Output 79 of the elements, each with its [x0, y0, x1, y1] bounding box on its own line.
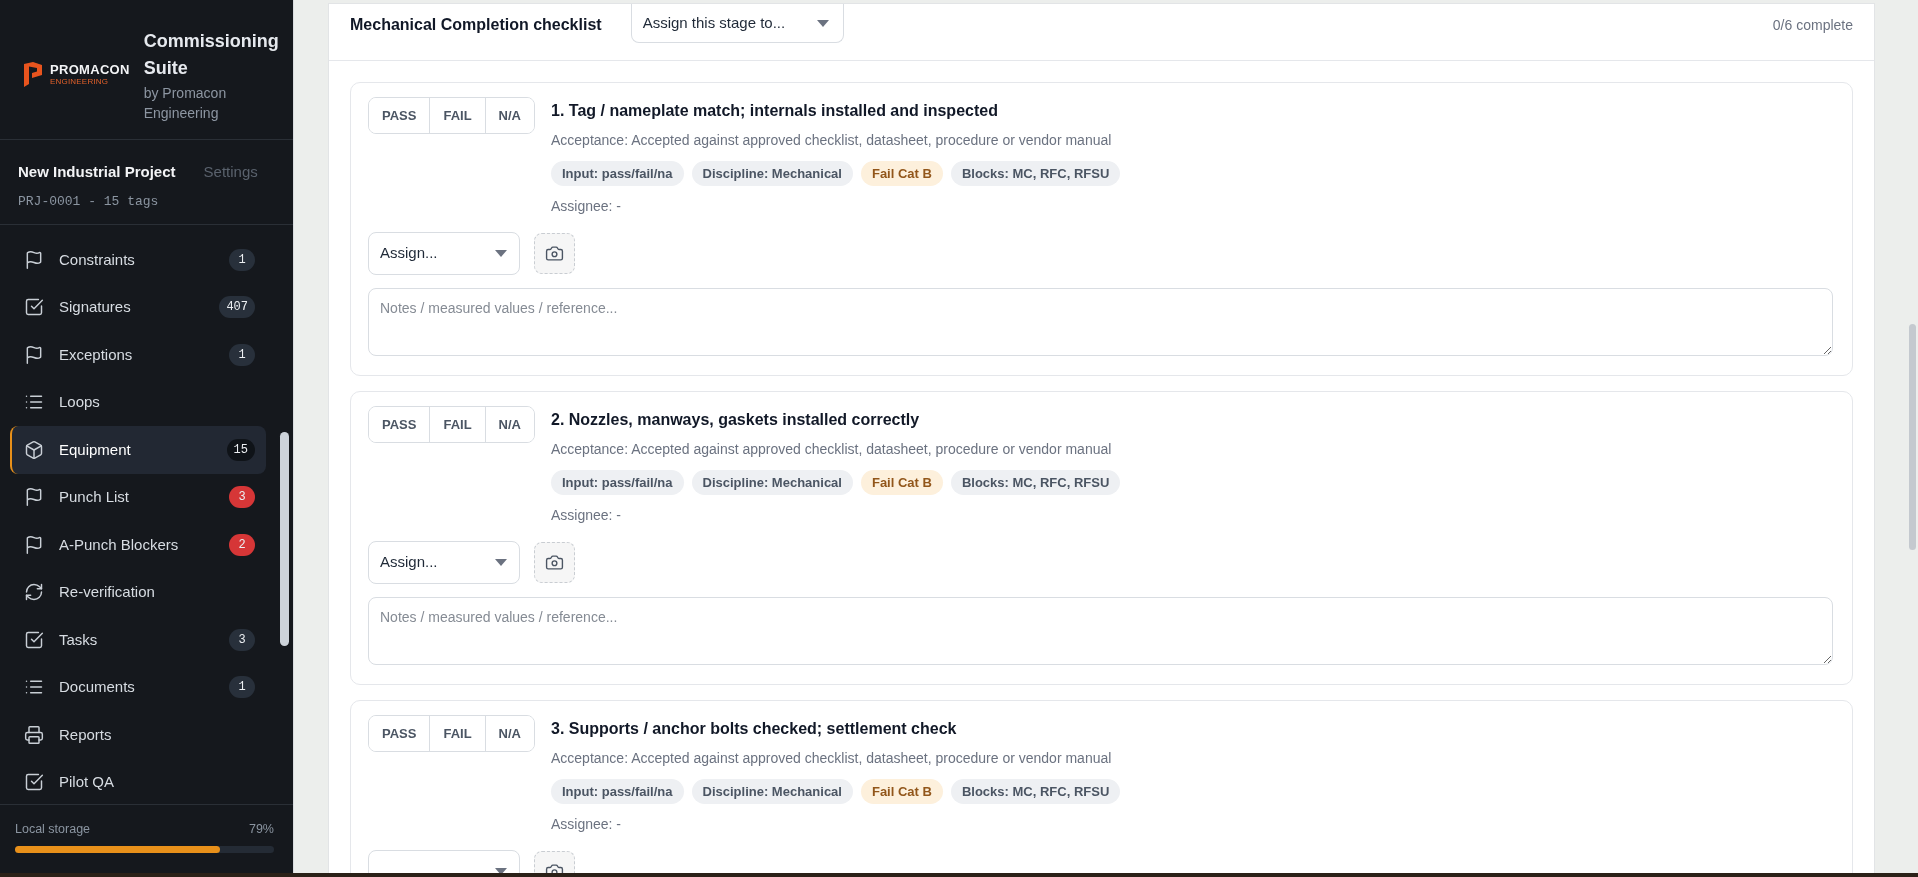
- caret-icon: [816, 19, 829, 27]
- storage-percentage: 79%: [248, 821, 274, 838]
- flag-icon: [24, 534, 44, 555]
- logo-wordmark: PROMACON: [50, 63, 130, 77]
- photo-button[interactable]: [534, 233, 575, 274]
- scrollbar-thumb[interactable]: [1909, 324, 1916, 550]
- result-option[interactable]: N/A: [484, 716, 534, 751]
- checkbox-icon: [24, 297, 44, 318]
- acceptance-text: Acceptance: Accepted against approved checklist, datasheet, procedure or vendor manual: [551, 440, 1113, 459]
- count-badge: 1: [229, 343, 255, 366]
- sidebar-nav-item[interactable]: Documents 1: [10, 663, 266, 711]
- checkbox-icon: [24, 772, 44, 793]
- project-meta: PRJ-0001 - 15 tags: [18, 193, 160, 211]
- tag-chip: Fail Cat B: [860, 779, 943, 804]
- tag-chip: Blocks: MC, RFC, RFSU: [950, 779, 1121, 804]
- sidebar-nav-item[interactable]: Signatures 407: [10, 283, 266, 331]
- stage-assign-select[interactable]: Assign this stage to...: [630, 4, 844, 43]
- scrollbar-thumb[interactable]: [280, 432, 289, 646]
- checklist-title: Mechanical Completion checklist: [350, 15, 602, 35]
- result-option[interactable]: N/A: [484, 407, 534, 442]
- sidebar-nav-item[interactable]: Tasks 3: [10, 616, 266, 664]
- sidebar-nav-item[interactable]: Re-verification: [10, 568, 266, 616]
- refresh-icon: [24, 582, 44, 603]
- tag-chip: Discipline: Mechanical: [691, 470, 853, 495]
- count-badge: 15: [226, 438, 255, 461]
- notes-field[interactable]: Notes / measured values / reference...: [368, 288, 1833, 356]
- tag-chip: Fail Cat B: [860, 470, 943, 495]
- notes-field[interactable]: Notes / measured values / reference...: [368, 597, 1833, 665]
- item-title: 2. Nozzles, manways, gaskets installed correctly: [551, 410, 921, 430]
- logo-tagline: ENGINEERING: [50, 77, 110, 86]
- assignee-text: Assignee: -: [551, 197, 623, 216]
- tag-chip: Input: pass/fail/na: [551, 779, 684, 804]
- sidebar-nav-item[interactable]: A-Punch Blockers 2: [10, 521, 266, 569]
- logo-mark-icon: [24, 62, 42, 87]
- sidebar-nav-item[interactable]: Loops: [10, 378, 266, 426]
- camera-icon: [545, 553, 564, 572]
- flag-icon: [24, 344, 44, 365]
- assignee-text: Assignee: -: [551, 815, 623, 834]
- sidebar-nav-item[interactable]: Constraints 1: [10, 236, 266, 284]
- result-option[interactable]: N/A: [484, 98, 534, 133]
- sidebar-nav-item[interactable]: Equipment 15: [10, 426, 266, 474]
- count-badge: 3: [229, 628, 255, 651]
- tag-chip: Discipline: Mechanical: [691, 779, 853, 804]
- tag-chip: Input: pass/fail/na: [551, 161, 684, 186]
- cube-icon: [24, 439, 44, 460]
- checkbox-icon: [24, 629, 44, 650]
- caret-icon: [495, 559, 507, 566]
- count-badge: 407: [219, 296, 255, 319]
- sidebar-nav-item[interactable]: Punch List 3: [10, 473, 266, 521]
- count-badge: 1: [229, 676, 255, 699]
- app-title: Commissioning Suite: [143, 30, 280, 80]
- count-badge: 3: [229, 486, 255, 509]
- sidebar-nav-item[interactable]: Reports: [10, 711, 266, 759]
- storage-label: Local storage: [15, 821, 91, 838]
- tag-chip: Fail Cat B: [860, 161, 943, 186]
- assignee-text: Assignee: -: [551, 506, 623, 525]
- item-title: 1. Tag / nameplate match; internals installed and inspected: [551, 101, 999, 121]
- tag-chip: Discipline: Mechanical: [691, 161, 853, 186]
- completion-count: 0/6 complete: [1772, 16, 1853, 35]
- acceptance-text: Acceptance: Accepted against approved checklist, datasheet, procedure or vendor manual: [551, 749, 1113, 768]
- assign-select[interactable]: Assign...: [368, 232, 520, 275]
- flag-icon: [24, 249, 44, 270]
- tag-chip: Blocks: MC, RFC, RFSU: [950, 470, 1121, 495]
- count-badge: 2: [229, 533, 255, 556]
- item-title: 3. Supports / anchor bolts checked; settlement check: [551, 719, 958, 739]
- acceptance-text: Acceptance: Accepted against approved checklist, datasheet, procedure or vendor manual: [551, 131, 1113, 150]
- camera-icon: [545, 244, 564, 263]
- flag-icon: [24, 487, 44, 508]
- printer-icon: [24, 724, 44, 745]
- sidebar-nav-item[interactable]: Pilot QA: [10, 758, 266, 806]
- app-subtitle: by Promacon Engineering: [143, 84, 228, 123]
- tag-chip: Blocks: MC, RFC, RFSU: [950, 161, 1121, 186]
- count-badge: 1: [229, 248, 255, 271]
- sidebar-nav-item[interactable]: Exceptions 1: [10, 331, 266, 379]
- photo-button[interactable]: [534, 542, 575, 583]
- project-name: New Industrial Project: [18, 162, 176, 182]
- tag-chip: Input: pass/fail/na: [551, 470, 684, 495]
- assign-select[interactable]: Assign...: [368, 541, 520, 584]
- caret-icon: [495, 250, 507, 257]
